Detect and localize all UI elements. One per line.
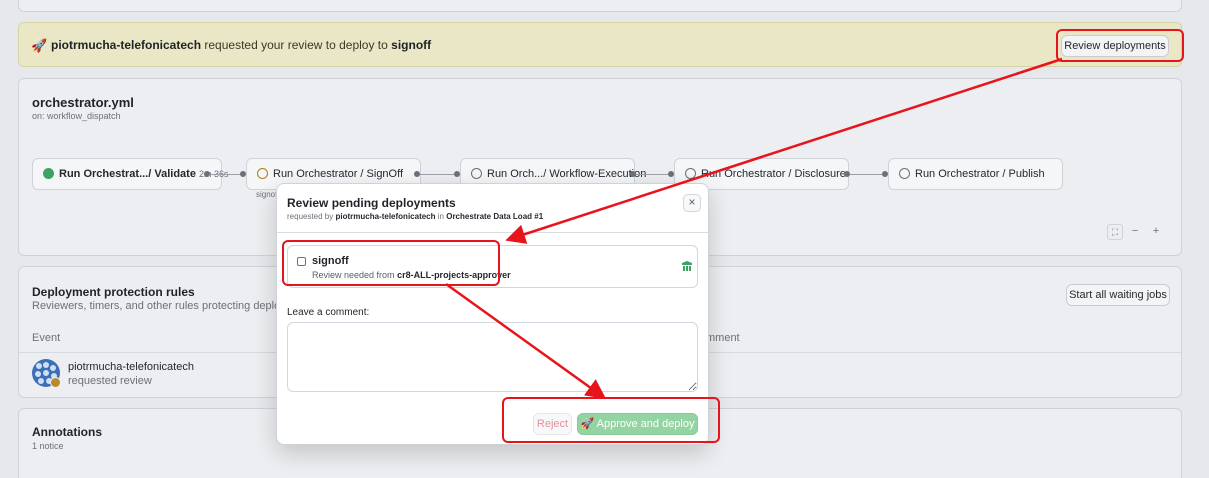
arrow-to-actions [445,282,607,399]
annotation-arrows [445,57,1063,399]
arrow-to-environment [505,57,1063,244]
